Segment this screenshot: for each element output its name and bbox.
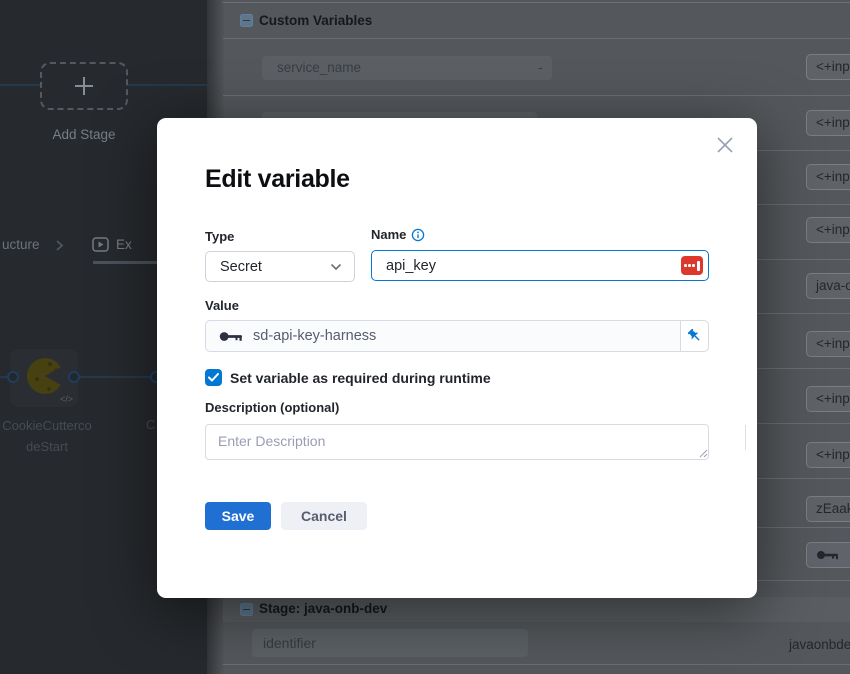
add-stage-label: Add Stage: [24, 127, 144, 142]
chevron-right-icon: [53, 239, 66, 252]
identifier-value: javaonbde: [789, 637, 850, 652]
save-button[interactable]: Save: [205, 502, 271, 530]
tab-execution[interactable]: Ex: [116, 237, 132, 252]
variable-name-field: service_name: [262, 56, 552, 80]
execution-tab-icon: [92, 237, 109, 252]
collapse-icon[interactable]: [240, 603, 253, 616]
check-icon: [208, 373, 219, 382]
separator: [223, 95, 850, 96]
chevron-down-icon: [330, 263, 342, 271]
code-step-icon: </>: [60, 394, 73, 404]
node-label: CookieCutterco deStart: [0, 415, 106, 457]
section-header-stage: Stage: java-onb-dev: [259, 601, 387, 616]
add-stage-button[interactable]: [40, 62, 128, 110]
separator: [223, 38, 850, 39]
secret-value-field[interactable]: sd-api-key-harness: [205, 320, 709, 352]
next-node-label: C: [146, 417, 155, 432]
key-icon: [816, 549, 840, 561]
fixed-value-type-icon[interactable]: [681, 256, 703, 275]
node-port-left[interactable]: [7, 371, 19, 383]
separator: [223, 664, 850, 665]
info-icon[interactable]: [411, 228, 425, 242]
pin-section[interactable]: [680, 321, 708, 351]
plus-icon: [75, 77, 93, 95]
node-port-right[interactable]: [68, 371, 80, 383]
variable-value-input[interactable]: zEaak: [806, 496, 850, 522]
required-checkbox-label: Set variable as required during runtime: [230, 370, 491, 386]
variable-value-input[interactable]: <+inpu: [806, 331, 850, 357]
type-label: Type: [205, 229, 234, 244]
secret-reference: sd-api-key-harness: [253, 328, 376, 344]
name-input[interactable]: [371, 250, 709, 281]
section-header-custom-variables: Custom Variables: [259, 13, 372, 28]
name-label-row: Name: [371, 227, 425, 242]
app-screen: Add Stage ucture Ex </> CookieCutterco d…: [0, 0, 850, 674]
cancel-button[interactable]: Cancel: [281, 502, 367, 530]
type-select[interactable]: Secret: [205, 251, 355, 282]
pin-icon: [687, 328, 703, 344]
cookie-icon: [26, 357, 64, 395]
variable-value-input[interactable]: <+inpu: [806, 442, 850, 468]
active-tab-underline: [93, 261, 157, 264]
value-label: Value: [205, 298, 239, 313]
textarea-scrollbar-edge: [745, 425, 746, 450]
breadcrumb[interactable]: ucture: [2, 237, 40, 252]
variable-value-input[interactable]: java-o: [806, 273, 850, 299]
variable-value-input[interactable]: <+inpu: [806, 217, 850, 243]
close-icon[interactable]: [715, 135, 735, 155]
name-label: Name: [371, 227, 406, 242]
variable-value-input[interactable]: <+inpu: [806, 54, 850, 80]
modal-title: Edit variable: [205, 165, 350, 194]
key-icon: [219, 330, 243, 343]
identifier-field: identifier: [252, 629, 528, 657]
collapse-icon[interactable]: [240, 14, 253, 27]
variable-value-input[interactable]: <+inpu: [806, 110, 850, 136]
separator: [223, 2, 850, 3]
description-textarea[interactable]: [205, 424, 709, 460]
type-select-value: Secret: [206, 259, 330, 275]
variable-value-input[interactable]: <+inpu: [806, 164, 850, 190]
description-label: Description (optional): [205, 400, 339, 415]
required-checkbox[interactable]: [205, 369, 222, 386]
variable-value-input[interactable]: <+inpu: [806, 386, 850, 412]
edit-variable-modal: Edit variable Type Name Secret Value sd-…: [157, 118, 757, 598]
variable-dash: -: [538, 59, 543, 75]
secret-value-input[interactable]: [806, 542, 850, 568]
